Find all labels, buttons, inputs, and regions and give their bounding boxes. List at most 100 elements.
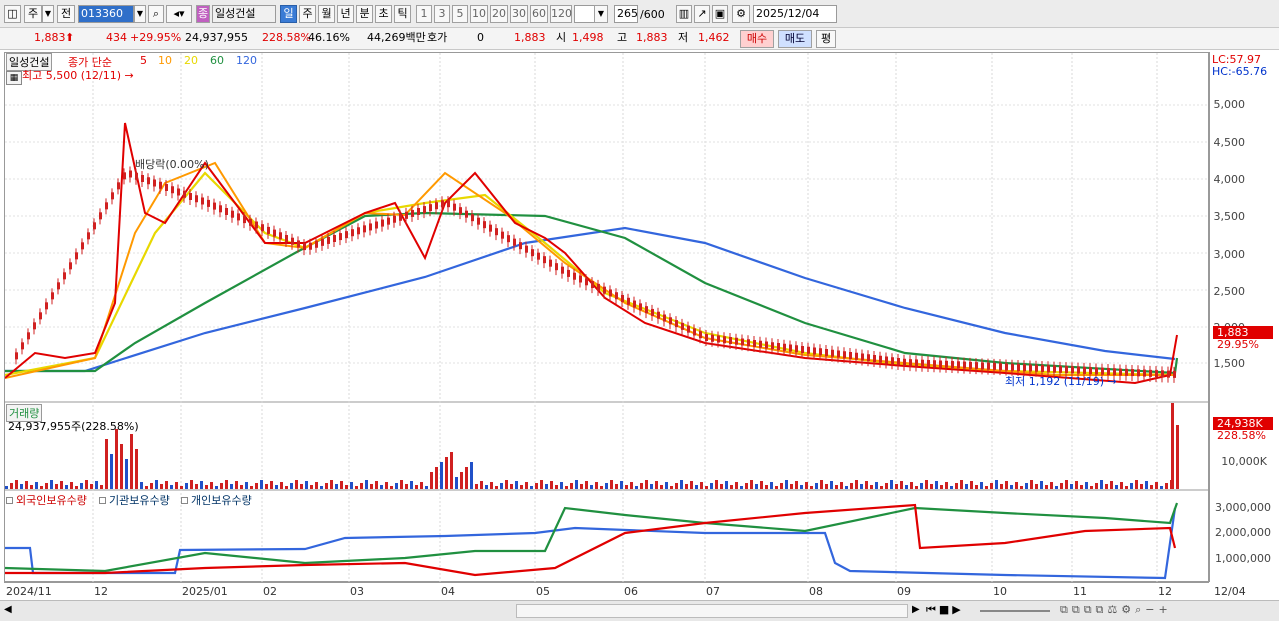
zoom-slider[interactable] (980, 610, 1050, 612)
quote-bar: 1,883 ⬆ 434 +29.95% 24,937,955 228.58% 4… (0, 28, 1279, 50)
holder-tick-label: 1,000,000 (1215, 552, 1271, 565)
badge-icon: 종 (196, 5, 210, 23)
tick-button[interactable]: 3 (434, 5, 450, 23)
high-label: 고 (617, 31, 628, 44)
prev-button[interactable]: 전 (57, 5, 75, 23)
layout-icon[interactable]: ◫ (4, 5, 21, 23)
holder-series-label: 외국인보유수량 (16, 494, 87, 507)
open-price: 1,498 (572, 31, 604, 44)
period-button[interactable]: 초 (375, 5, 392, 23)
ask-value: 0 (477, 31, 484, 44)
x-tick-label: 02 (263, 585, 277, 598)
x-tick-label: 03 (350, 585, 364, 598)
tick-button[interactable]: 20 (490, 5, 508, 23)
date-input[interactable]: 2025/12/04 (753, 5, 837, 23)
sell-button[interactable]: 매도 (778, 30, 812, 48)
turnover: 46.16% (308, 31, 350, 44)
count-max: /600 (640, 8, 665, 21)
volume-tick-label: 10,000K (1221, 455, 1267, 468)
x-tick-label: 11 (1073, 585, 1087, 598)
scroll-thumb[interactable] (516, 604, 908, 618)
volume-ratio: 228.58% (262, 31, 311, 44)
toolbar: ◫ 주 ▼ 전 013360 ▼ ⌕ ◂▾ 종 일성건설 일주월년분초틱 135… (0, 0, 1279, 28)
period-button[interactable]: 틱 (394, 5, 411, 23)
chevron-down-icon[interactable]: ▼ (594, 5, 608, 23)
scroll-right-icon[interactable]: ▶ (912, 604, 920, 615)
tick-button[interactable]: 30 (510, 5, 528, 23)
high-annotation: 최고 5,500 (12/11) → (22, 69, 134, 82)
count-input[interactable]: 265 (614, 5, 638, 23)
current-price: 1,883 (34, 31, 66, 44)
x-tick-label: 07 (706, 585, 720, 598)
holder-tick-label: 3,000,000 (1215, 501, 1271, 514)
ma-legend-item: 20 (184, 54, 198, 67)
dividend-annotation: 배당락(0.00%) (135, 158, 209, 171)
x-tick-label: 12 (94, 585, 108, 598)
x-tick-label: 09 (897, 585, 911, 598)
search-icon[interactable]: ⌕ (148, 5, 164, 23)
price-tick-label: 3,000 (1213, 248, 1246, 261)
candle-icon[interactable]: ▥ (676, 5, 692, 23)
x-tick-label: 04 (441, 585, 455, 598)
period-button[interactable]: 분 (356, 5, 373, 23)
period-button[interactable]: 월 (318, 5, 335, 23)
price-tick-label: 3,500 (1213, 210, 1246, 223)
ma-legend-item: 60 (210, 54, 224, 67)
holder-series-label: 기관보유수량 (109, 494, 170, 507)
x-tick-label: 12/04 (1214, 585, 1246, 598)
hc-label: HC:-65.76 (1212, 65, 1268, 78)
x-tick-label: 06 (624, 585, 638, 598)
ask-label: 호가 (427, 31, 448, 44)
x-tick-label: 10 (993, 585, 1007, 598)
scrollbar[interactable]: ◀ ▶ ⏮■▶ ⧉⧉⧉⧉⚖⚙⌕−+ (0, 600, 1279, 621)
volume: 24,937,955 (185, 31, 248, 44)
ma-legend-item: 120 (236, 54, 257, 67)
open-label: 시 (556, 31, 567, 44)
holder-legend-item: 기관보유수량 (99, 492, 170, 508)
scroll-left-icon[interactable]: ◀ (4, 604, 12, 615)
x-tick-label: 2025/01 (182, 585, 228, 598)
ask-price: 1,883 (514, 31, 546, 44)
low-price: 1,462 (698, 31, 730, 44)
chevron-down-icon[interactable]: ▼ (42, 5, 54, 23)
x-axis: 2024/11 12 2025/01 02 03 04 05 06 07 08 09 10 11 12 12… (4, 582, 1246, 599)
period-button[interactable]: 주 (299, 5, 316, 23)
buy-button[interactable]: 매수 (740, 30, 774, 48)
period-button[interactable]: 일 (280, 5, 297, 23)
x-tick-label: 05 (536, 585, 550, 598)
up-arrow-icon: ⬆ (65, 31, 75, 44)
x-tick-label: 2024/11 (6, 585, 52, 598)
change-pct: +29.95% (130, 31, 182, 44)
price-tick-label: 1,500 (1213, 357, 1246, 370)
grid-icon[interactable]: ▦ (6, 71, 22, 85)
low-label: 저 (678, 31, 689, 44)
holder-tick-label: 2,000,000 (1215, 526, 1271, 539)
ma-legend-item: 5 (140, 54, 147, 67)
x-tick-label: 08 (809, 585, 823, 598)
period-button[interactable]: 년 (337, 5, 354, 23)
last-volume-pct: 228.58% (1217, 429, 1266, 442)
ma-legend-item: 10 (158, 54, 172, 67)
mode-button[interactable]: 주 (24, 5, 42, 23)
tick-button[interactable]: 10 (470, 5, 488, 23)
stock-code-input[interactable]: 013360 (78, 5, 134, 23)
gear-icon[interactable]: ⚙ (732, 5, 750, 23)
speaker-icon[interactable]: ◂▾ (166, 5, 192, 23)
price-tick-label: 2,500 (1213, 285, 1246, 298)
amount: 44,269백만 (367, 31, 426, 44)
holder-series-label: 개인보유수량 (191, 494, 252, 507)
stock-name-field[interactable]: 일성건설 (212, 5, 276, 23)
price-tick-label: 4,500 (1213, 136, 1246, 149)
price-tick-label: 4,000 (1213, 173, 1246, 186)
draw-icon[interactable]: ↗ (694, 5, 710, 23)
playback-controls[interactable]: ⏮■▶ (926, 603, 964, 617)
view-tools[interactable]: ⧉⧉⧉⧉⚖⚙⌕−+ (1060, 603, 1172, 617)
tick-button[interactable]: 120 (550, 5, 572, 23)
avg-button[interactable]: 평 (816, 30, 836, 48)
chevron-down-icon[interactable]: ▼ (134, 5, 146, 23)
save-icon[interactable]: ▣ (712, 5, 728, 23)
tick-button[interactable]: 60 (530, 5, 548, 23)
last-pct: 29.95% (1217, 338, 1259, 351)
tick-button[interactable]: 1 (416, 5, 432, 23)
tick-button[interactable]: 5 (452, 5, 468, 23)
